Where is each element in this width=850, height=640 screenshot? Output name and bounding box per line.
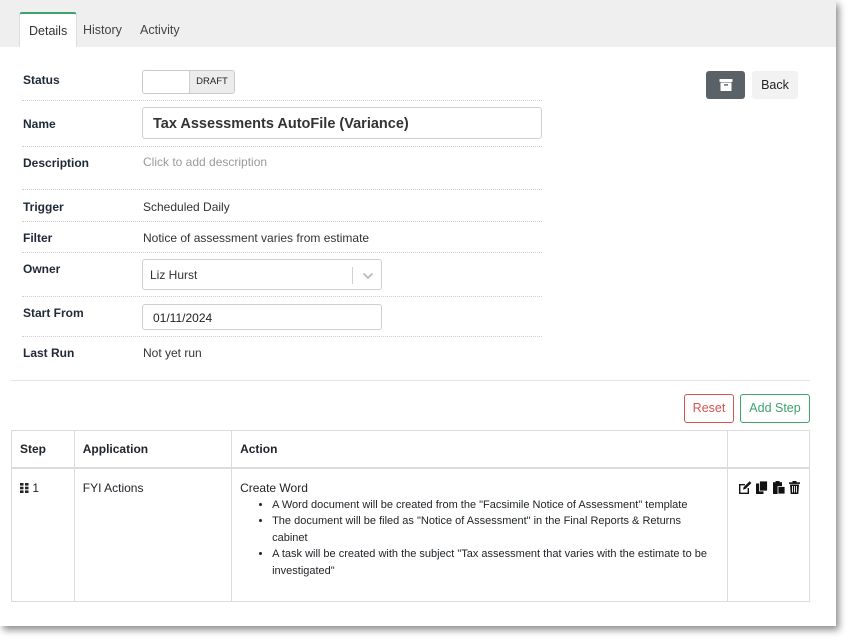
action-title: Create Word	[240, 480, 308, 495]
filter-label: Filter	[23, 231, 53, 245]
lastrun-label: Last Run	[23, 346, 75, 360]
tab-details[interactable]: Details	[19, 12, 78, 47]
workflow-details-panel: Details History Activity Back Status DRA…	[0, 0, 836, 626]
table-row: 1 FYI Actions Create Word A Word documen…	[11, 467, 811, 602]
list-item: A task will be created with the subject …	[272, 546, 719, 579]
column-header-action: Action	[231, 430, 728, 468]
status-label: Status	[23, 73, 60, 87]
filter-value: Notice of assessment varies from estimat…	[143, 231, 370, 245]
start-date-field[interactable]: 01/11/2024	[142, 304, 382, 330]
steps-table: Step Application Action 1 FYI Actions Cr…	[11, 430, 811, 602]
column-header-application: Application	[73, 430, 233, 468]
column-header-step: Step	[11, 430, 75, 468]
status-badge: DRAFT	[189, 71, 234, 93]
description-field[interactable]: Click to add description	[143, 155, 267, 169]
column-header-tools	[726, 430, 811, 468]
trash-icon[interactable]	[788, 480, 800, 494]
owner-label: Owner	[23, 262, 61, 276]
application-cell: FYI Actions	[73, 467, 233, 602]
table-header-row: Step Application Action	[11, 430, 811, 468]
archive-box-icon	[719, 79, 732, 91]
section-divider	[11, 380, 810, 381]
row-actions-cell	[726, 467, 811, 602]
list-item: A Word document will be created from the…	[272, 497, 719, 514]
application-name: FYI Actions	[82, 480, 144, 495]
archive-button[interactable]	[706, 71, 745, 99]
owner-select[interactable]: Liz Hurst	[142, 259, 382, 290]
action-details-list: A Word document will be created from the…	[240, 497, 719, 580]
trigger-value: Scheduled Daily	[143, 200, 230, 214]
reset-button[interactable]: Reset	[684, 394, 734, 423]
tab-bar: Details History Activity	[0, 0, 836, 47]
description-row	[22, 147, 542, 190]
name-label: Name	[23, 117, 56, 131]
paste-icon[interactable]	[772, 480, 785, 494]
owner-selected-value: Liz Hurst	[150, 268, 198, 282]
name-field[interactable]: Tax Assessments AutoFile (Variance)	[142, 107, 542, 139]
tab-history[interactable]: History	[74, 12, 131, 47]
lastrun-value: Not yet run	[143, 346, 202, 360]
copy-icon[interactable]	[756, 480, 769, 494]
add-step-button[interactable]: Add Step	[740, 394, 810, 423]
edit-icon[interactable]	[738, 480, 752, 494]
step-number: 1	[32, 480, 40, 495]
back-button[interactable]: Back	[752, 71, 798, 99]
step-cell: 1	[11, 467, 75, 602]
list-item: The document will be filed as "Notice of…	[272, 513, 719, 546]
drag-handle-icon[interactable]	[20, 482, 29, 493]
action-cell: Create Word A Word document will be crea…	[231, 467, 728, 602]
start-label: Start From	[23, 306, 84, 320]
trigger-label: Trigger	[23, 200, 64, 214]
trigger-row	[22, 190, 542, 222]
tab-activity[interactable]: Activity	[131, 12, 189, 47]
select-divider	[352, 267, 353, 284]
status-row	[22, 60, 542, 101]
status-toggle[interactable]: DRAFT	[142, 70, 235, 94]
chevron-down-icon[interactable]	[362, 272, 374, 280]
toggle-switch-track	[143, 71, 190, 93]
description-label: Description	[23, 156, 90, 170]
